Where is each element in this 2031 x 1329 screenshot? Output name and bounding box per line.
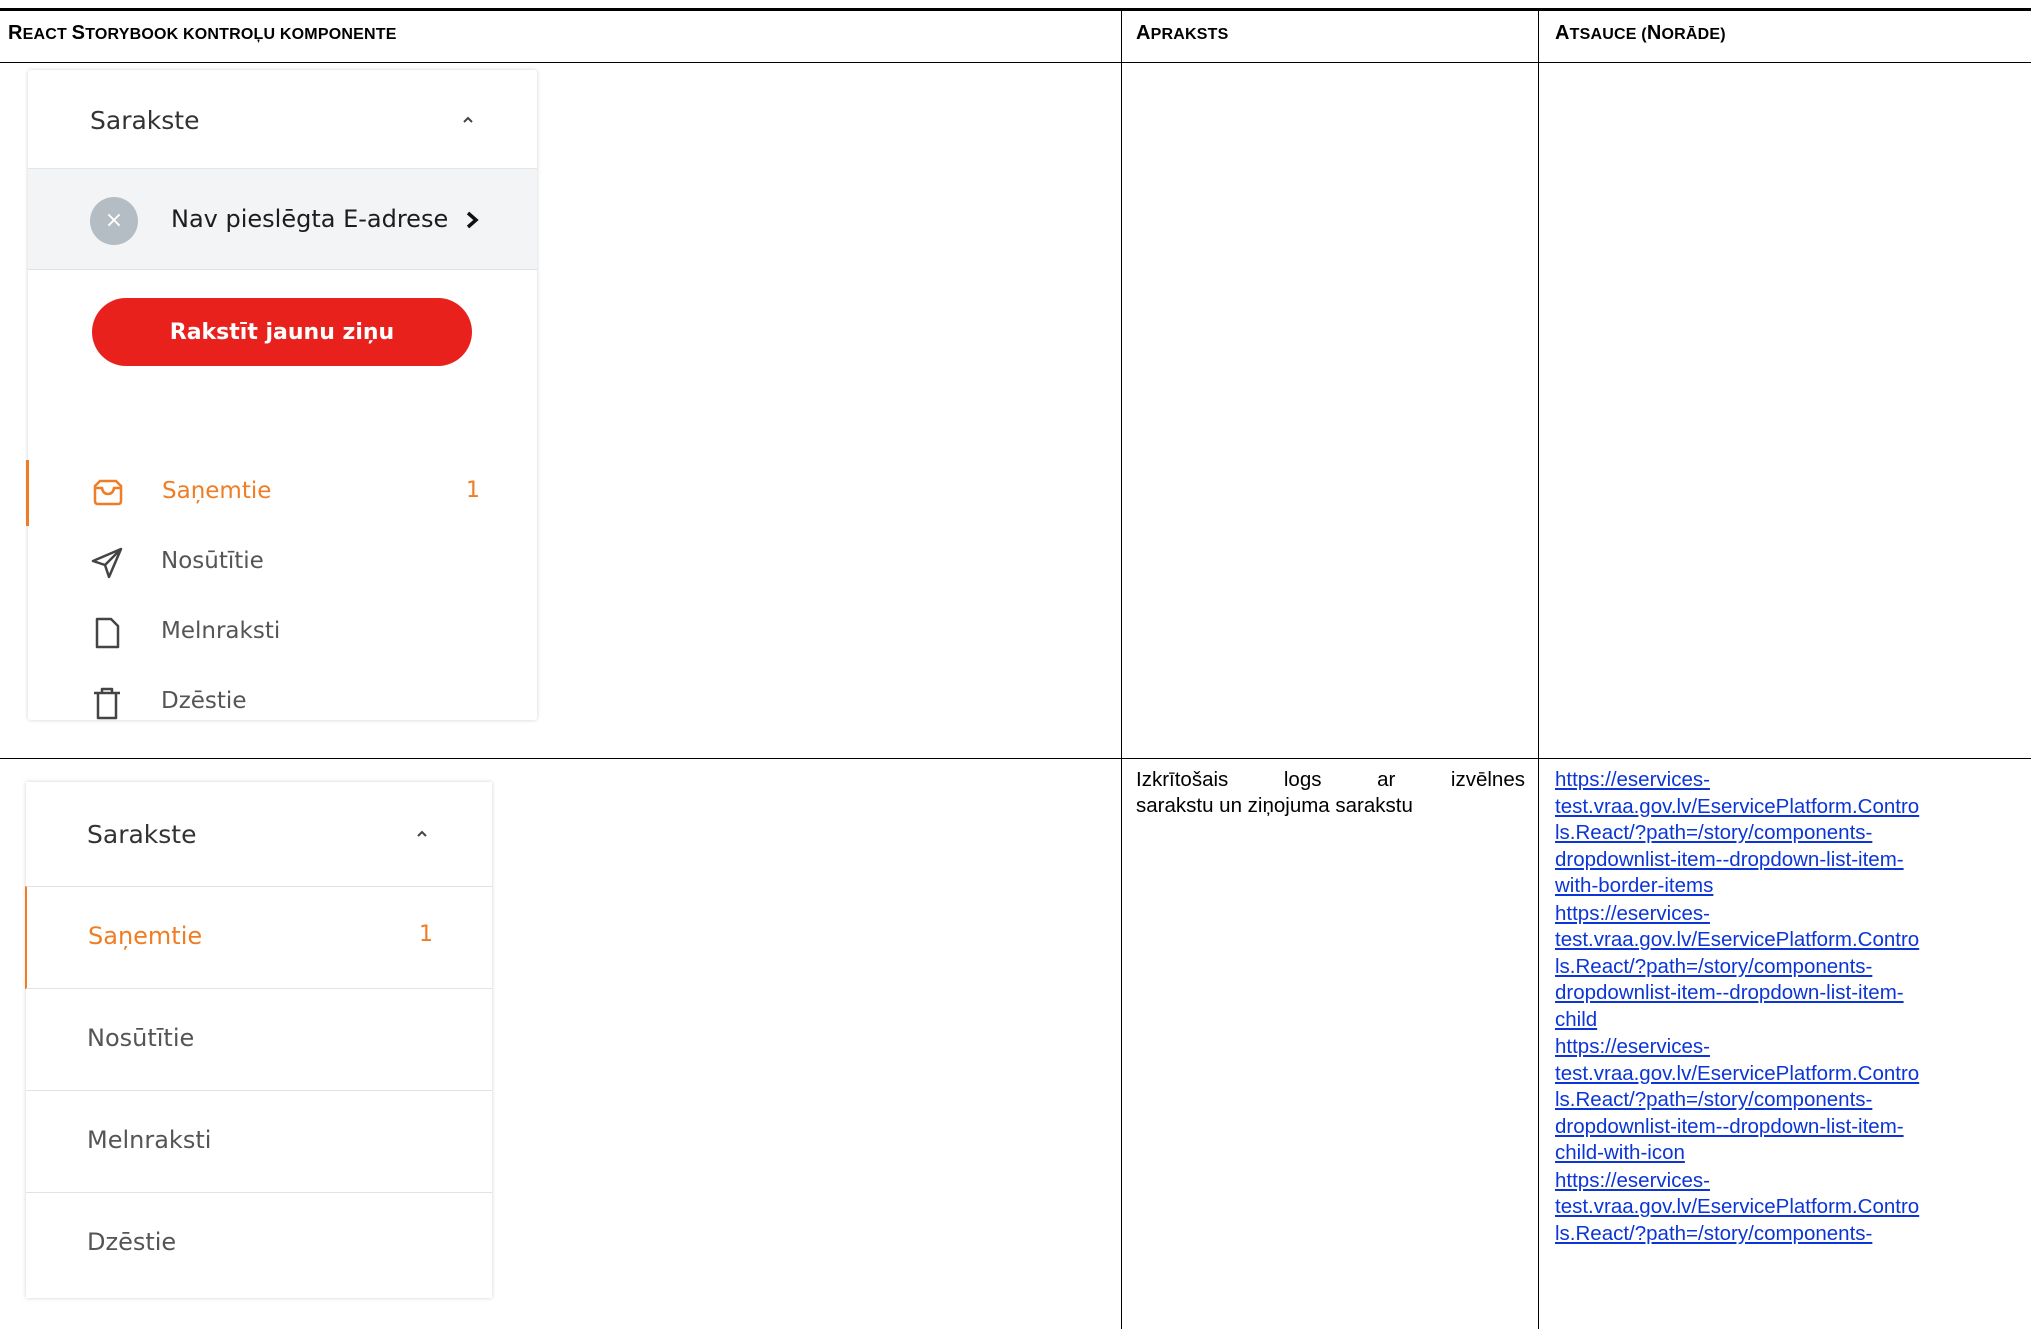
link-text[interactable]: ls.React/?path=/story/components-	[1555, 1221, 2030, 1248]
compose-message-button[interactable]: Rakstīt jaunu ziņu	[92, 298, 472, 366]
status-text: Nav pieslēgta E-adrese	[171, 205, 449, 233]
nav-label: Saņemtie	[162, 478, 272, 504]
link-text[interactable]: child	[1555, 1007, 2030, 1034]
draft-icon	[95, 617, 120, 649]
table-top-border	[0, 8, 2031, 11]
e-address-status[interactable]: × Nav pieslēgta E-adrese	[28, 168, 537, 270]
trash-icon	[94, 687, 120, 720]
messages-sidebar-panel: Sarakste × Nav pieslēgta E-adrese Rakstī…	[26, 70, 538, 720]
link-text[interactable]: ls.React/?path=/story/components-	[1555, 820, 2030, 847]
nav-label: Melnraksti	[161, 618, 281, 644]
link-text[interactable]: test.vraa.gov.lv/EservicePlatform.Contro	[1555, 1061, 2030, 1088]
nav-label: Dzēstie	[161, 688, 247, 714]
header-text: praksts	[1150, 26, 1229, 43]
link-text[interactable]: dropdownlist-item--dropdown-list-item-	[1555, 980, 2030, 1007]
reference-link[interactable]: https://eservices- test.vraa.gov.lv/Eser…	[1555, 901, 2030, 1034]
list-item-sent[interactable]: Nosūtītie	[26, 988, 492, 1091]
unread-count: 1	[466, 478, 480, 503]
dropdown-list-panel: Sarakste Saņemtie 1 Nosūtītie Melnraksti…	[25, 782, 493, 1298]
link-text[interactable]: test.vraa.gov.lv/EservicePlatform.Contro	[1555, 927, 2030, 954]
description-cell: Izkrītošais logs ar izvēlnes sarakstu un…	[1136, 767, 1525, 819]
column-divider-2	[1538, 11, 1539, 1329]
description-line: sarakstu un ziņojuma sarakstu	[1136, 794, 1413, 817]
list-item-label: Nosūtītie	[87, 1024, 195, 1052]
header-initial: S	[71, 22, 86, 44]
header-components: React Storybook kontroļu komponente	[8, 22, 397, 45]
link-text[interactable]: https://eservices-	[1555, 767, 2030, 794]
link-text[interactable]: dropdownlist-item--dropdown-list-item-	[1555, 1114, 2030, 1141]
list-item-label: Dzēstie	[87, 1228, 177, 1256]
header-initial: R	[8, 22, 23, 44]
nav-item-inbox[interactable]: Saņemtie 1	[26, 460, 538, 526]
reference-link[interactable]: https://eservices- test.vraa.gov.lv/Eser…	[1555, 767, 2030, 900]
link-text[interactable]: test.vraa.gov.lv/EservicePlatform.Contro	[1555, 1194, 2030, 1221]
nav-label: Nosūtītie	[161, 548, 264, 574]
list-item-label: Saņemtie	[88, 922, 203, 950]
panel-title: Sarakste	[87, 820, 197, 849]
link-text[interactable]: test.vraa.gov.lv/EservicePlatform.Contro	[1555, 794, 2030, 821]
reference-link[interactable]: https://eservices- test.vraa.gov.lv/Eser…	[1555, 1034, 2030, 1167]
link-text[interactable]: https://eservices-	[1555, 1034, 2030, 1061]
reference-link[interactable]: https://eservices- test.vraa.gov.lv/Eser…	[1555, 1168, 2030, 1248]
unread-count: 1	[419, 922, 433, 947]
list-item-label: Melnraksti	[87, 1126, 212, 1154]
list-item-trash[interactable]: Dzēstie	[26, 1192, 492, 1295]
reference-links: https://eservices- test.vraa.gov.lv/Eser…	[1555, 767, 2030, 1248]
header-text: eact	[22, 26, 72, 43]
link-text[interactable]: ls.React/?path=/story/components-	[1555, 954, 2030, 981]
header-text: tsauce (	[1569, 26, 1647, 43]
link-text[interactable]: ls.React/?path=/story/components-	[1555, 1087, 2030, 1114]
list-item-inbox[interactable]: Saņemtie 1	[25, 886, 493, 989]
header-initial: N	[1646, 22, 1662, 44]
header-initial: A	[1555, 22, 1570, 44]
row-divider	[0, 758, 2031, 759]
description-line: Izkrītošais logs ar izvēlnes	[1136, 768, 1525, 791]
column-divider-1	[1121, 11, 1122, 1329]
nav-item-trash[interactable]: Dzēstie	[28, 670, 537, 736]
list-item-drafts[interactable]: Melnraksti	[26, 1090, 492, 1193]
send-icon	[91, 547, 123, 579]
link-text[interactable]: child-with-icon	[1555, 1140, 2030, 1167]
link-text[interactable]: https://eservices-	[1555, 1168, 2030, 1195]
link-text[interactable]: dropdownlist-item--dropdown-list-item-	[1555, 847, 2030, 874]
header-bottom-border	[0, 62, 2031, 63]
nav-item-drafts[interactable]: Melnraksti	[28, 600, 537, 666]
link-text[interactable]: https://eservices-	[1555, 901, 2030, 928]
nav-item-sent[interactable]: Nosūtītie	[28, 530, 537, 596]
chevron-up-icon[interactable]	[462, 114, 474, 126]
panel-title: Sarakste	[90, 106, 200, 135]
chevron-up-icon[interactable]	[416, 828, 428, 840]
header-text: torybook kontroļu komponente	[85, 26, 397, 43]
inbox-icon	[93, 479, 123, 506]
header-initial: A	[1136, 22, 1151, 44]
chevron-right-icon	[466, 211, 479, 229]
close-circle-icon: ×	[90, 197, 138, 245]
header-text: orāde)	[1661, 26, 1726, 43]
header-description: Apraksts	[1136, 22, 1229, 45]
header-reference: Atsauce (Norāde)	[1555, 22, 1726, 45]
link-text[interactable]: with-border-items	[1555, 873, 2030, 900]
